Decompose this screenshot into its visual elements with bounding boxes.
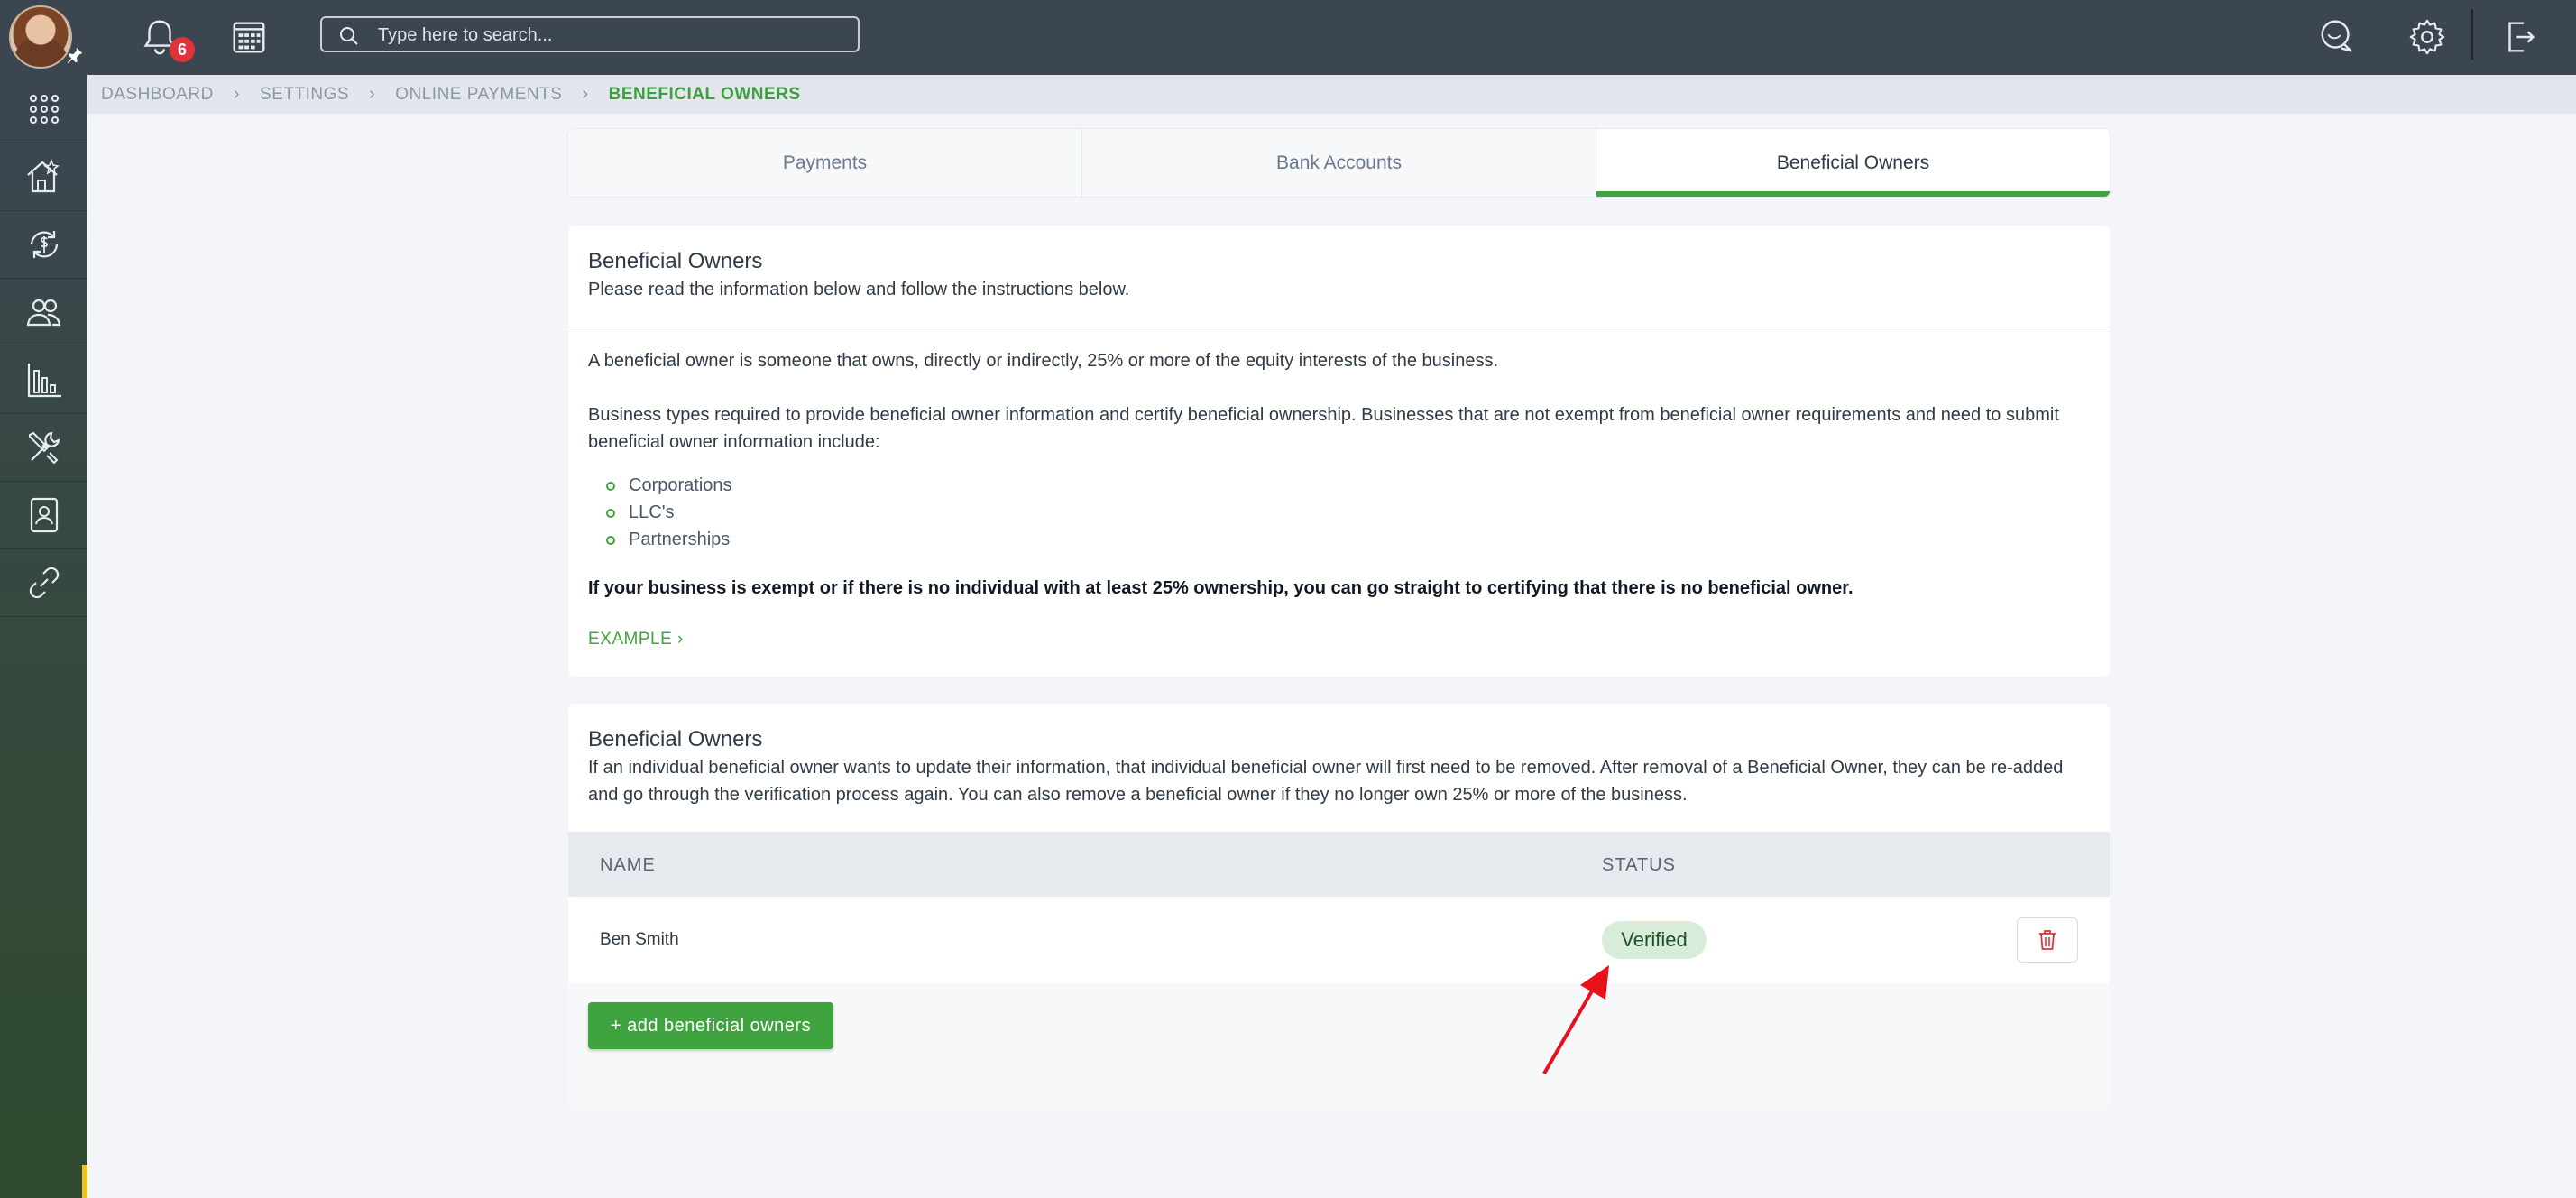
example-link-label: EXAMPLE xyxy=(588,630,673,649)
sidebar-item-payments[interactable] xyxy=(0,210,87,279)
beneficial-owner-definition: A beneficial owner is someone that owns,… xyxy=(588,351,1499,371)
sidebar-item-people[interactable] xyxy=(0,278,87,346)
contacts-icon xyxy=(30,497,58,532)
tab-beneficial-owners[interactable]: Beneficial Owners xyxy=(1596,129,2110,197)
list-item: LLC's xyxy=(588,499,732,526)
search-icon xyxy=(340,27,358,45)
settings-tabs: Payments Bank Accounts Beneficial Owners xyxy=(568,129,2110,197)
chevron-right-icon: › xyxy=(369,84,376,104)
table-row: Ben Smith Verified xyxy=(568,897,2110,983)
breadcrumb-dashboard[interactable]: DASHBOARD xyxy=(101,85,214,105)
status-badge: Verified xyxy=(1602,921,1707,959)
delete-owner-button[interactable] xyxy=(2017,917,2078,963)
link-icon xyxy=(29,567,59,598)
sidebar-item-properties[interactable] xyxy=(0,143,87,211)
trash-icon xyxy=(2039,930,2056,950)
add-beneficial-owners-button[interactable]: + add beneficial owners xyxy=(588,1002,833,1049)
owners-card-description: If an individual beneficial owner wants … xyxy=(588,758,2064,805)
owners-card-title: Beneficial Owners xyxy=(588,727,763,751)
sidebar xyxy=(0,75,87,1198)
chat-icon[interactable] xyxy=(2316,16,2358,58)
list-item: Partnerships xyxy=(588,526,732,553)
breadcrumb-online-payments[interactable]: ONLINE PAYMENTS xyxy=(395,85,562,105)
business-types-explanation: Business types required to provide benef… xyxy=(588,405,2059,452)
chevron-right-icon: › xyxy=(677,630,684,649)
sidebar-item-reports[interactable] xyxy=(0,346,87,414)
payments-cycle-icon xyxy=(30,230,58,258)
chevron-right-icon: › xyxy=(582,84,589,104)
breadcrumb-beneficial-owners: BENEFICIAL OWNERS xyxy=(608,84,801,104)
sidebar-bottom-accent xyxy=(82,1165,87,1198)
top-bar: 6 xyxy=(0,0,2576,75)
beneficial-owners-info-card: Beneficial Owners Please read the inform… xyxy=(568,226,2110,677)
logout-icon[interactable] xyxy=(2499,16,2541,58)
tools-icon xyxy=(28,431,60,464)
breadcrumb-settings[interactable]: SETTINGS xyxy=(260,85,349,105)
business-types-list: Corporations LLC's Partnerships xyxy=(588,472,732,553)
table-header: NAME STATUS xyxy=(568,832,2110,897)
exempt-note-text: If your business is exempt or if there i… xyxy=(588,578,1854,598)
beneficial-owners-list-card: Beneficial Owners If an individual benef… xyxy=(568,704,2110,1111)
annotation-arrow-icon xyxy=(1542,965,1609,1075)
property-icon xyxy=(26,158,60,192)
notification-count-badge: 6 xyxy=(170,37,195,62)
chevron-right-icon: › xyxy=(233,84,241,104)
info-card-subtitle: Please read the information below and fo… xyxy=(588,280,1130,300)
example-link[interactable]: EXAMPLE › xyxy=(588,630,684,650)
topbar-divider xyxy=(2471,9,2473,60)
list-item: Corporations xyxy=(588,472,732,499)
tab-payments[interactable]: Payments xyxy=(568,129,1082,197)
search-box[interactable] xyxy=(320,16,860,52)
sidebar-item-apps[interactable] xyxy=(0,75,87,143)
info-card-title: Beneficial Owners xyxy=(588,249,763,273)
column-header-status: STATUS xyxy=(1602,855,1676,875)
column-header-name: NAME xyxy=(600,855,656,875)
tab-bank-accounts[interactable]: Bank Accounts xyxy=(1082,129,1596,197)
gear-icon[interactable] xyxy=(2406,16,2448,58)
owners-card-header: Beneficial Owners If an individual benef… xyxy=(568,704,2110,832)
owner-name: Ben Smith xyxy=(600,930,679,949)
reports-chart-icon xyxy=(27,363,61,397)
breadcrumb: DASHBOARD › SETTINGS › ONLINE PAYMENTS ›… xyxy=(87,75,2576,114)
apps-grid-icon xyxy=(29,94,59,124)
sidebar-item-links[interactable] xyxy=(0,548,87,617)
sidebar-item-contacts[interactable] xyxy=(0,481,87,549)
sidebar-item-maintenance[interactable] xyxy=(0,413,87,482)
people-icon xyxy=(26,299,60,326)
calendar-icon[interactable] xyxy=(228,16,270,58)
pin-icon[interactable] xyxy=(65,45,85,65)
user-avatar[interactable] xyxy=(9,5,72,69)
search-input[interactable] xyxy=(376,18,849,52)
exempt-note: If your business is exempt or if there i… xyxy=(588,575,2085,602)
